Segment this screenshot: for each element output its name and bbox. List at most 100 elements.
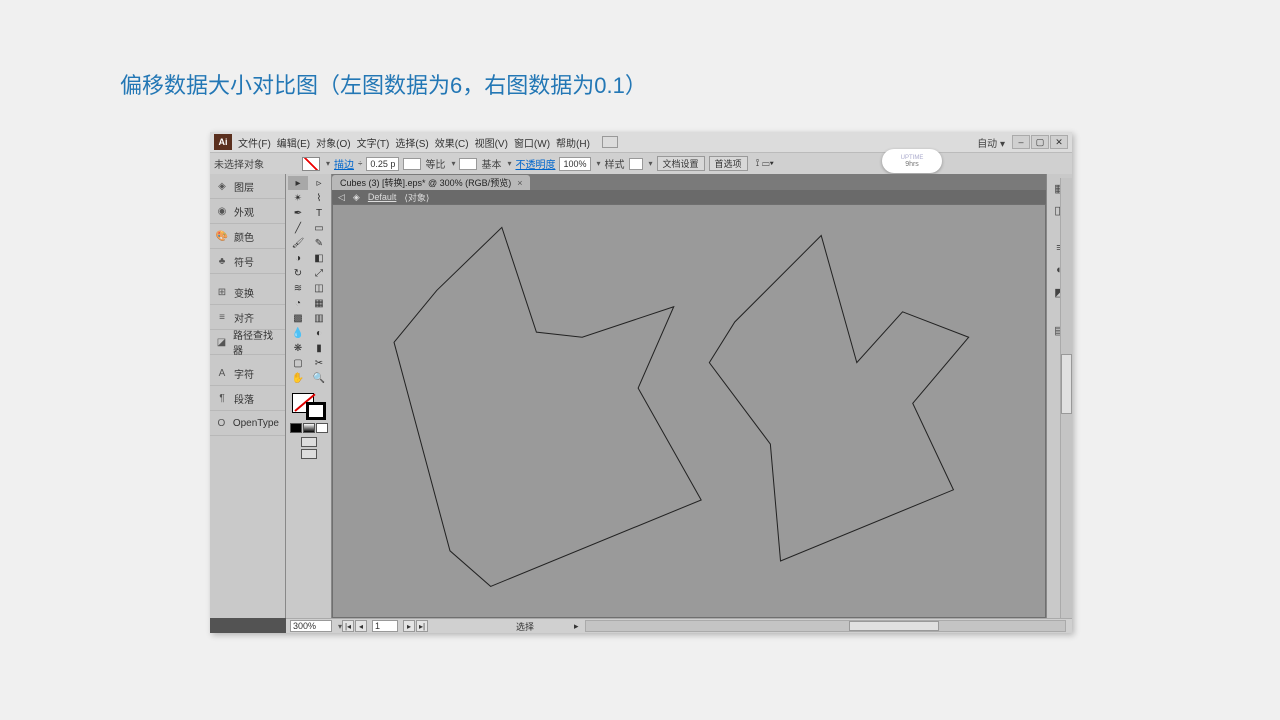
- menu-object[interactable]: 对象(O): [316, 135, 350, 150]
- hand-tool[interactable]: ✋: [288, 371, 308, 385]
- artwork: [333, 205, 1045, 612]
- toolbox: ▸ ▹ ✴ ⌇ ✒ T ╱ ▭ 🖌 ✎ ◑ ◧ ↻ ⤢ ≋ ◫ ◔ ▦ ▩ ▥: [286, 174, 332, 618]
- selection-tool[interactable]: ▸: [288, 176, 308, 190]
- menu-window[interactable]: 窗口(W): [514, 135, 550, 150]
- horizontal-scroll-thumb[interactable]: [849, 621, 939, 631]
- scale-tool[interactable]: ⤢: [309, 266, 329, 280]
- graph-tool[interactable]: ▮: [309, 341, 329, 355]
- stroke-indicator[interactable]: [306, 402, 326, 420]
- blend-tool[interactable]: ◐: [309, 326, 329, 340]
- fill-stroke-indicator[interactable]: [290, 391, 328, 421]
- back-arrow-icon[interactable]: ◁: [338, 192, 345, 203]
- panel-pathfinder[interactable]: ◪路径查找器: [210, 330, 285, 355]
- vertical-scrollbar[interactable]: [1060, 178, 1072, 618]
- workspace-switcher[interactable]: 自动 ▾: [977, 135, 1005, 150]
- align-icons[interactable]: ⟟ ▭▾: [756, 158, 774, 169]
- zoom-input[interactable]: 300%: [290, 620, 332, 632]
- control-bar: 未选择对象 ▾ 描边 ÷ 0.25 p 等比▾ 基本▾ 不透明度 100%▾ 样…: [210, 152, 1072, 174]
- screen-mode-toggle[interactable]: [301, 449, 317, 459]
- selection-status: 未选择对象: [214, 156, 264, 171]
- window-close[interactable]: ✕: [1050, 135, 1068, 149]
- preferences-button[interactable]: 首选项: [709, 156, 748, 171]
- artboard-number-input[interactable]: 1: [372, 620, 398, 632]
- paintbrush-tool[interactable]: 🖌: [288, 236, 308, 250]
- search-box-icon[interactable]: [602, 136, 618, 148]
- blob-brush-tool[interactable]: ◑: [288, 251, 308, 265]
- none-mode-swatch[interactable]: [316, 423, 328, 433]
- menu-help[interactable]: 帮助(H): [556, 135, 590, 150]
- free-transform-tool[interactable]: ◫: [309, 281, 329, 295]
- screen-mode-normal[interactable]: [301, 437, 317, 447]
- magic-wand-tool[interactable]: ✴: [288, 191, 308, 205]
- direct-selection-tool[interactable]: ▹: [309, 176, 329, 190]
- zoom-tool[interactable]: 🔍: [309, 371, 329, 385]
- pen-tool[interactable]: ✒: [288, 206, 308, 220]
- eyedropper-tool[interactable]: 💧: [288, 326, 308, 340]
- stroke-profile[interactable]: [403, 158, 421, 170]
- window-minimize[interactable]: –: [1012, 135, 1030, 149]
- color-mode-swatch[interactable]: [290, 423, 302, 433]
- status-menu-icon[interactable]: ▸: [574, 621, 579, 632]
- paragraph-icon: ¶: [216, 392, 228, 404]
- breadcrumb-default[interactable]: Default: [368, 192, 397, 202]
- type-tool[interactable]: T: [309, 206, 329, 220]
- close-tab-icon[interactable]: ×: [517, 178, 522, 188]
- panel-transform[interactable]: ⊞变换: [210, 280, 285, 305]
- vertical-scroll-thumb[interactable]: [1061, 354, 1072, 414]
- panel-layers[interactable]: ◈图层: [210, 174, 285, 199]
- fill-dropdown-icon[interactable]: ▾: [326, 159, 330, 168]
- last-artboard-button[interactable]: ▸|: [416, 620, 428, 632]
- fill-swatch[interactable]: [302, 157, 320, 171]
- document-tab-label: Cubes (3) [转换].eps* @ 300% (RGB/预览): [340, 176, 511, 189]
- menu-view[interactable]: 视图(V): [475, 135, 508, 150]
- menu-type[interactable]: 文字(T): [357, 135, 390, 150]
- gradient-mode-swatch[interactable]: [303, 423, 315, 433]
- menu-effect[interactable]: 效果(C): [435, 135, 469, 150]
- layers-icon: ◈: [216, 180, 228, 192]
- perspective-tool[interactable]: ▦: [309, 296, 329, 310]
- left-panel-dock: ◈图层 ◉外观 🎨颜色 ♣符号 ⊞变换 ≡对齐 ◪路径查找器 A字符 ¶段落 O…: [210, 174, 286, 618]
- opentype-icon: O: [216, 417, 227, 429]
- line-tool[interactable]: ╱: [288, 221, 308, 235]
- stroke-stepper-icon[interactable]: ÷: [358, 159, 362, 168]
- panel-character[interactable]: A字符: [210, 361, 285, 386]
- rotate-tool[interactable]: ↻: [288, 266, 308, 280]
- eraser-tool[interactable]: ◧: [309, 251, 329, 265]
- mesh-tool[interactable]: ▩: [288, 311, 308, 325]
- next-artboard-button[interactable]: ▸: [403, 620, 415, 632]
- stroke-weight-input[interactable]: 0.25 p: [366, 157, 399, 171]
- panel-opentype[interactable]: OOpenType: [210, 411, 285, 436]
- slice-tool[interactable]: ✂: [309, 356, 329, 370]
- symbol-sprayer-tool[interactable]: ❋: [288, 341, 308, 355]
- panel-color[interactable]: 🎨颜色: [210, 224, 285, 249]
- breadcrumb-object[interactable]: ⟨对象⟩: [404, 191, 429, 204]
- first-artboard-button[interactable]: |◂: [342, 620, 354, 632]
- rectangle-tool[interactable]: ▭: [309, 221, 329, 235]
- menu-file[interactable]: 文件(F): [238, 135, 271, 150]
- gradient-tool[interactable]: ▥: [309, 311, 329, 325]
- prev-artboard-button[interactable]: ◂: [355, 620, 367, 632]
- lasso-tool[interactable]: ⌇: [309, 191, 329, 205]
- layers-mini-icon: ◈: [353, 192, 360, 203]
- opacity-input[interactable]: 100%: [559, 157, 590, 171]
- style-swatch[interactable]: [629, 158, 643, 170]
- document-tab[interactable]: Cubes (3) [转换].eps* @ 300% (RGB/预览) ×: [332, 175, 530, 190]
- canvas[interactable]: [332, 204, 1046, 618]
- opacity-link[interactable]: 不透明度: [515, 156, 555, 171]
- panel-paragraph[interactable]: ¶段落: [210, 386, 285, 411]
- artboard-tool[interactable]: ▢: [288, 356, 308, 370]
- pencil-tool[interactable]: ✎: [309, 236, 329, 250]
- shape-builder-tool[interactable]: ◔: [288, 296, 308, 310]
- isolation-breadcrumb: ◁ ◈ Default ⟨对象⟩: [332, 190, 1046, 204]
- panel-appearance[interactable]: ◉外观: [210, 199, 285, 224]
- document-setup-button[interactable]: 文档设置: [657, 156, 705, 171]
- window-maximize[interactable]: ▢: [1031, 135, 1049, 149]
- horizontal-scrollbar[interactable]: [585, 620, 1066, 632]
- menu-edit[interactable]: 编辑(E): [277, 135, 310, 150]
- status-tool-label: 选择: [516, 620, 534, 633]
- brush-def[interactable]: [459, 158, 477, 170]
- panel-symbols[interactable]: ♣符号: [210, 249, 285, 274]
- stroke-link[interactable]: 描边: [334, 156, 354, 171]
- width-tool[interactable]: ≋: [288, 281, 308, 295]
- menu-select[interactable]: 选择(S): [395, 135, 428, 150]
